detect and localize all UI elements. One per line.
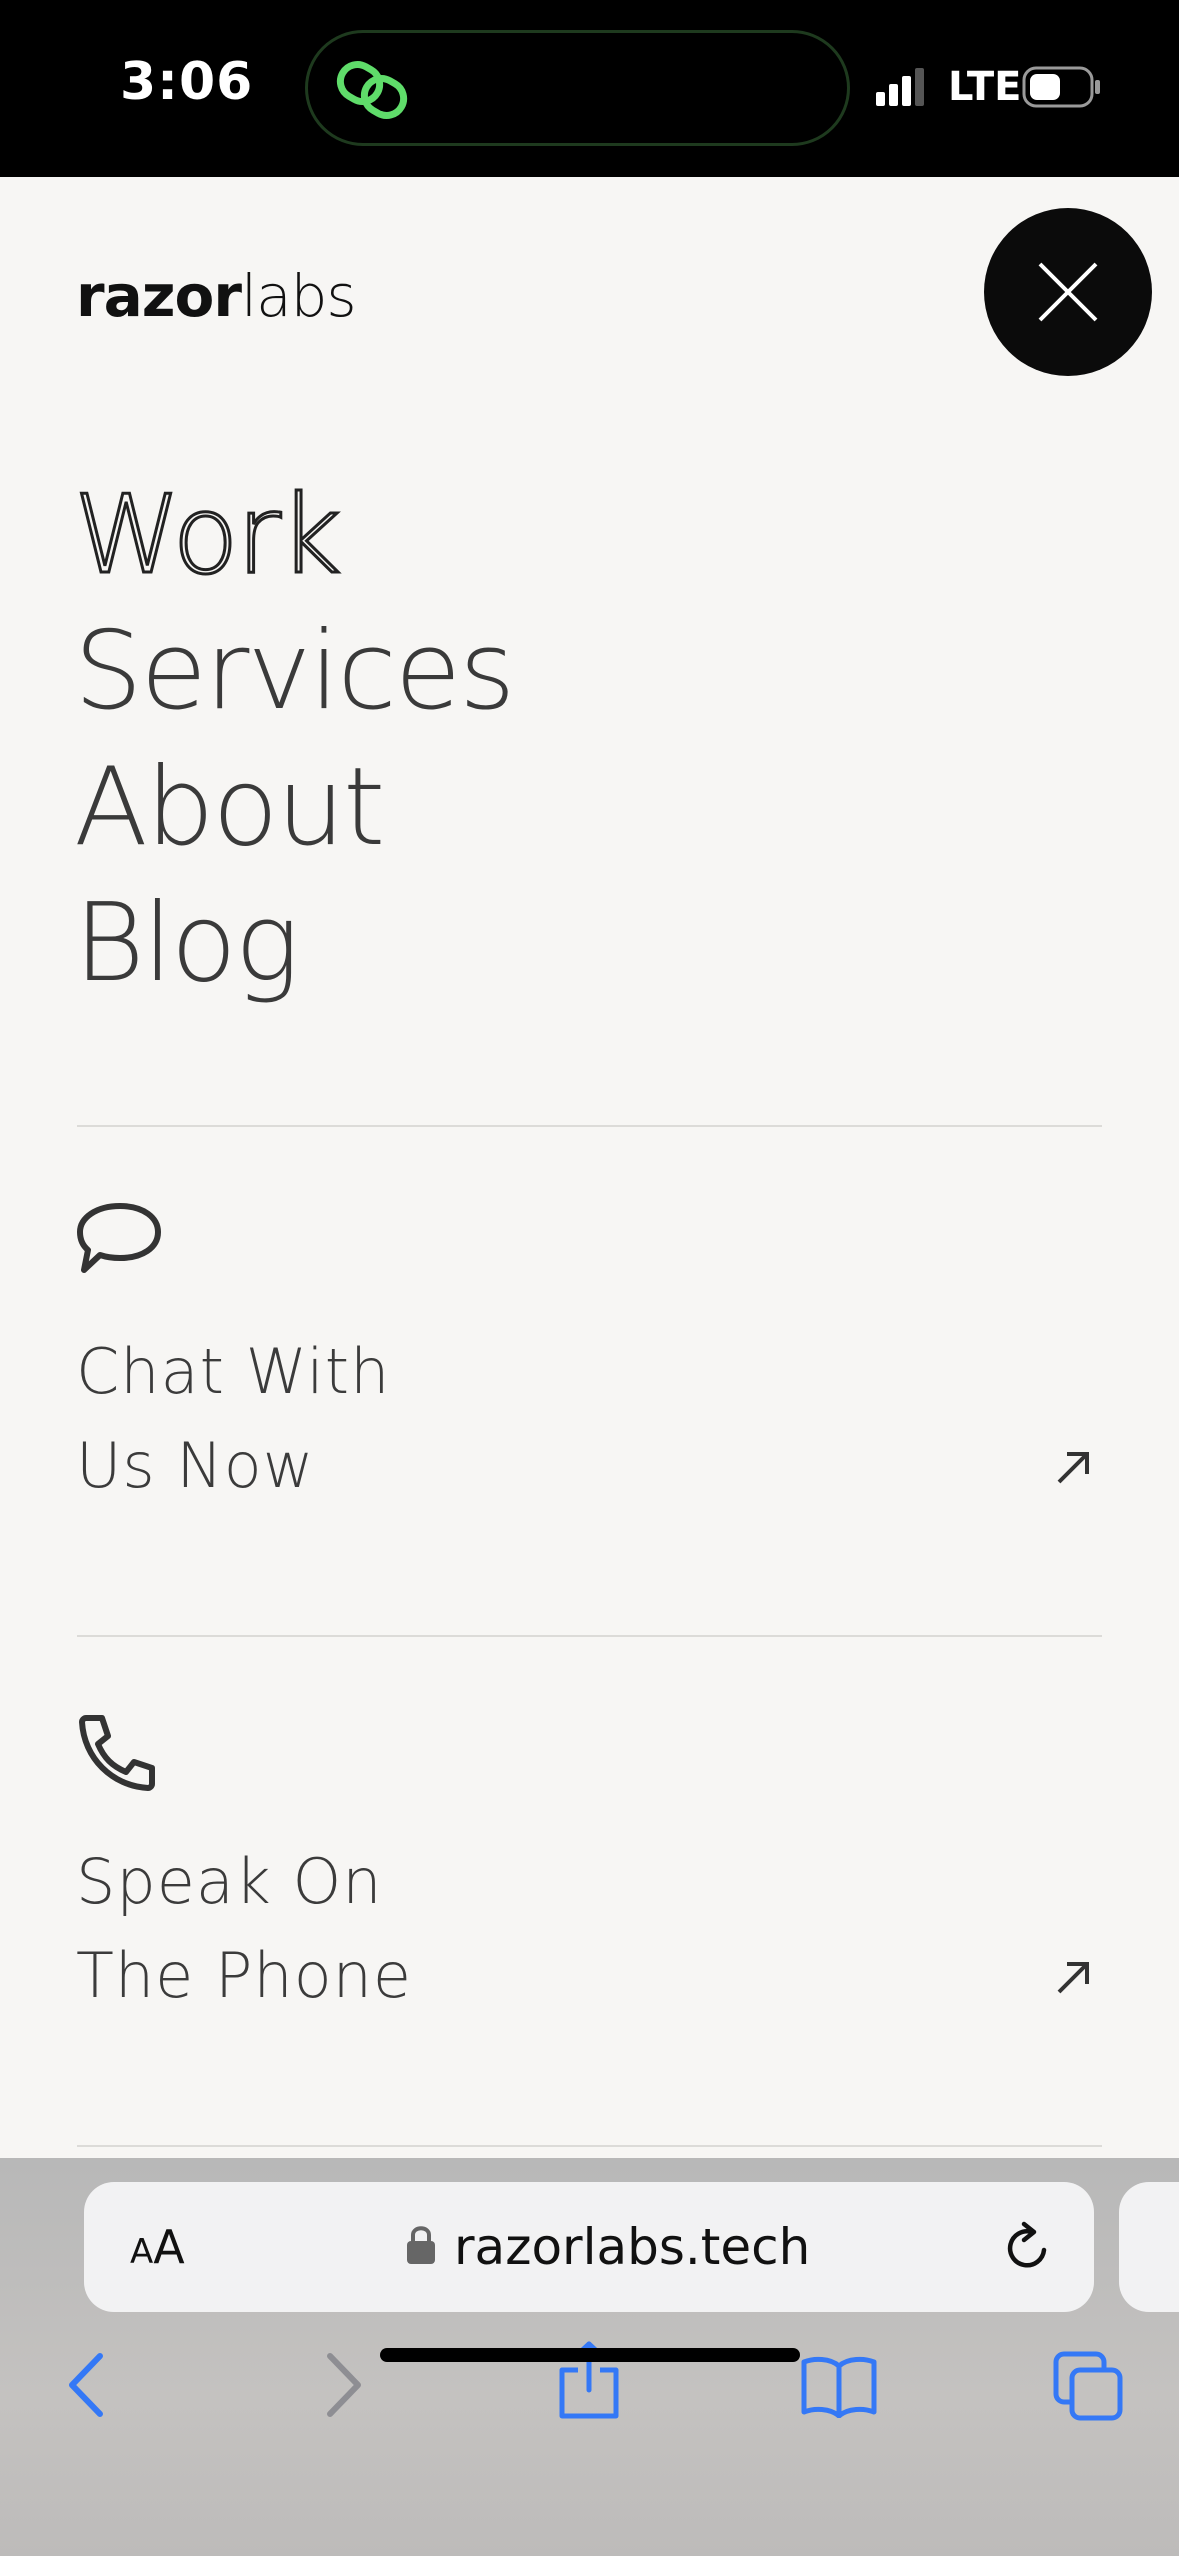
divider (77, 1635, 1102, 1637)
divider (77, 1125, 1102, 1127)
url-domain: razorlabs.tech (454, 2218, 811, 2276)
status-bar: 3:06 LTE (0, 0, 1179, 177)
lock-icon (407, 2226, 435, 2264)
arrow-up-right-icon (1057, 1452, 1089, 1484)
next-tab-preview[interactable] (1119, 2182, 1179, 2312)
phone-icon (79, 1715, 155, 1791)
network-type: LTE (948, 64, 1022, 110)
arrow-up-right-icon (1057, 1962, 1089, 1994)
battery-icon (1022, 66, 1100, 108)
divider (77, 2145, 1102, 2147)
bookmarks-icon[interactable] (800, 2354, 878, 2418)
chat-contact-line1: Chat With (76, 1335, 391, 1408)
reload-icon[interactable] (1002, 2220, 1054, 2274)
status-time: 3:06 (120, 52, 254, 112)
nav-blog[interactable]: Blog (74, 876, 513, 1012)
phone-contact-line2: The Phone (76, 1939, 413, 2012)
nav-work[interactable]: Work (72, 468, 513, 604)
close-icon (1038, 262, 1098, 322)
home-indicator[interactable] (380, 2348, 800, 2362)
address-bar[interactable]: AA razorlabs.tech (84, 2182, 1094, 2312)
tabs-icon[interactable] (1052, 2350, 1124, 2422)
dynamic-island[interactable] (305, 30, 850, 146)
nav-about[interactable]: About (74, 740, 513, 876)
close-menu-button[interactable] (984, 208, 1152, 376)
nav-services[interactable]: Services (74, 604, 515, 740)
chat-bubble-icon (77, 1203, 161, 1273)
link-icon (336, 61, 408, 119)
chat-contact-line2: Us Now (76, 1429, 315, 1502)
back-icon[interactable] (64, 2350, 112, 2420)
phone-contact-line1: Speak On (76, 1845, 383, 1918)
razorlabs-logo[interactable]: razorlabs (76, 262, 357, 330)
text-size-button[interactable]: AA (130, 2220, 185, 2274)
cellular-signal-icon (876, 68, 924, 106)
main-nav: Work Services About Blog (72, 468, 515, 1012)
forward-icon[interactable] (318, 2350, 366, 2420)
